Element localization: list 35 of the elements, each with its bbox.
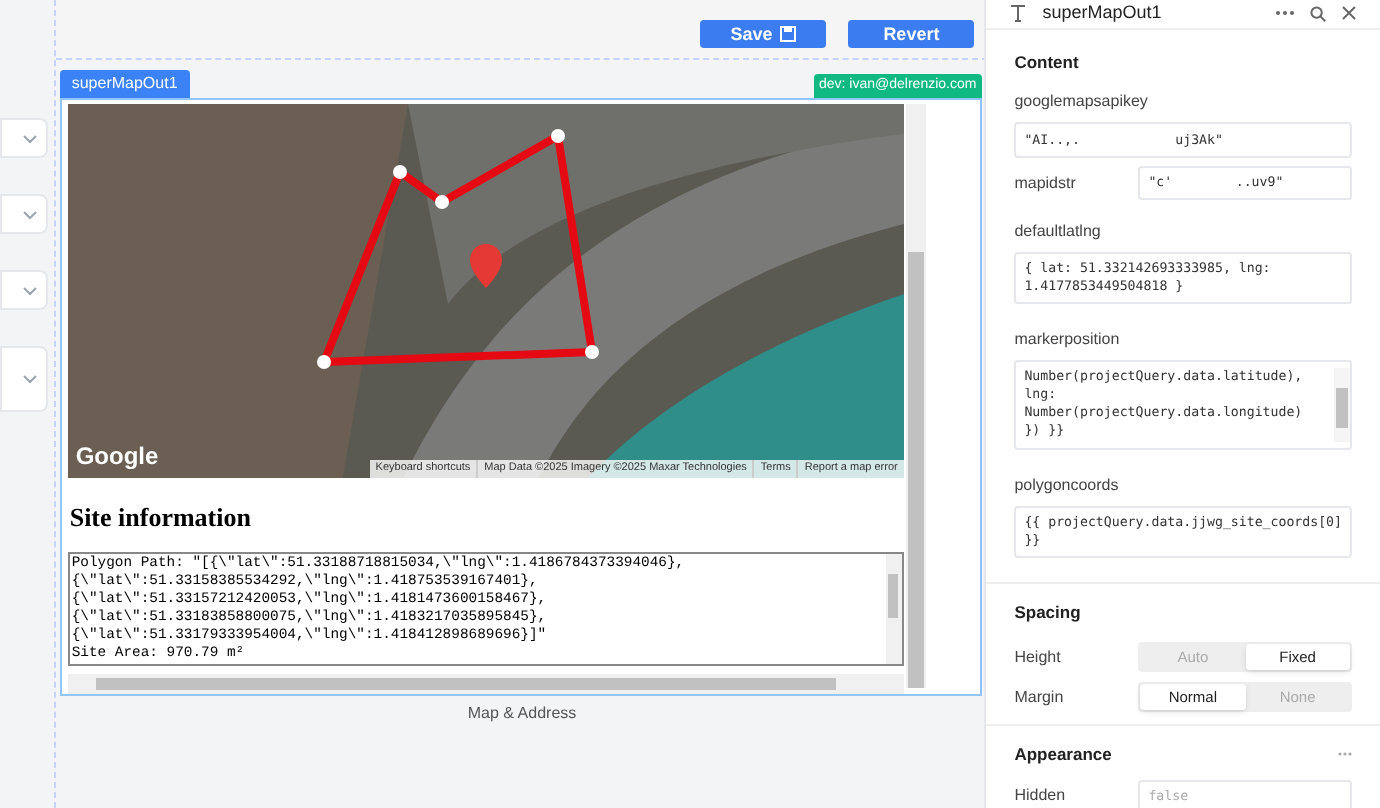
section-label: Map & Address <box>465 702 579 726</box>
save-button[interactable]: Save <box>700 20 827 48</box>
section-heading: Content <box>1014 49 1081 75</box>
component-name-tag: superMapOut1 <box>59 70 190 98</box>
vertical-scrollbar[interactable] <box>1334 368 1350 443</box>
chevron-down-icon <box>22 209 38 219</box>
map-pin-icon <box>469 244 502 288</box>
inspector-title: superMapOut1 <box>1042 0 1164 26</box>
field-label: Margin <box>1014 685 1066 709</box>
chevron-down-icon <box>22 133 38 143</box>
close-icon[interactable] <box>1342 6 1356 21</box>
text-type-icon <box>1010 4 1027 23</box>
field-label: defaultlatlng <box>1014 220 1103 245</box>
more-icon[interactable] <box>1276 10 1294 17</box>
vertical-scrollbar[interactable] <box>885 554 902 664</box>
field-label: markerposition <box>1014 328 1122 353</box>
search-icon[interactable] <box>1310 5 1326 22</box>
field-label: googlemapsapikey <box>1014 90 1150 115</box>
chevron-down-icon <box>22 285 38 295</box>
map-logo: Google <box>75 439 159 473</box>
chevron-down-icon <box>22 374 38 384</box>
horizontal-scrollbar[interactable] <box>67 674 904 694</box>
section-heading: Site information <box>69 499 253 535</box>
dropdown[interactable] <box>0 118 48 158</box>
field-label: polygoncoords <box>1014 474 1121 499</box>
dropdown[interactable] <box>0 270 48 310</box>
dropdown[interactable] <box>0 194 48 234</box>
revert-button[interactable]: Revert <box>848 20 975 48</box>
field-label: mapidstr <box>1014 171 1078 196</box>
field-label: Hidden <box>1014 783 1068 808</box>
vertical-scrollbar[interactable] <box>905 104 926 688</box>
field-label: Height <box>1014 645 1063 669</box>
section-heading: Spacing <box>1014 600 1083 626</box>
dropdown[interactable] <box>0 346 48 412</box>
section-heading: Appearance <box>1014 742 1112 768</box>
